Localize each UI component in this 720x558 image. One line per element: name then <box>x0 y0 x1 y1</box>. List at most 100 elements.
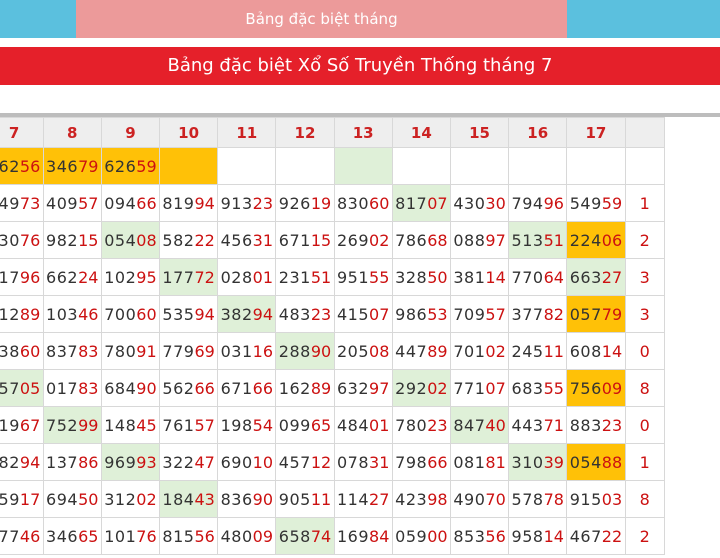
result-cell: 3 <box>624 295 666 333</box>
result-cell: 81994 <box>159 184 219 222</box>
result-cell: 77107 <box>449 369 510 407</box>
result-cell: 09965 <box>275 406 335 444</box>
result-cell: 8 <box>624 369 666 407</box>
result-cell: 69450 <box>42 480 102 518</box>
special-results-grid: 7891011121314151617 56625634679626593049… <box>0 117 720 558</box>
result-cell: 38114 <box>449 258 510 296</box>
day-header: 9 <box>100 117 161 148</box>
result-cell <box>449 147 510 185</box>
result-cell: 13786 <box>42 443 102 481</box>
result-cell: 84740 <box>449 406 510 444</box>
result-cell: 22406 <box>566 221 626 259</box>
result-cell: 2 <box>624 221 666 259</box>
result-cell: 16289 <box>275 369 335 407</box>
result-cell: 77969 <box>159 332 219 370</box>
result-cell: 95705 <box>0 369 44 407</box>
result-cell <box>275 147 335 185</box>
result-cell: 92619 <box>275 184 335 222</box>
result-cell: 90511 <box>275 480 335 518</box>
table-row: 5662563467962659 <box>0 147 666 185</box>
result-cell: 53594 <box>159 295 219 333</box>
result-cell: 75609 <box>566 369 626 407</box>
result-cell: 35917 <box>0 480 44 518</box>
result-cell: 76157 <box>159 406 219 444</box>
result-cell: 56266 <box>159 369 219 407</box>
result-cell: 61289 <box>0 295 44 333</box>
result-cell: 0 <box>624 406 666 444</box>
table-row: 2359176945031202184438369090511114274239… <box>0 480 666 518</box>
result-cell: 54959 <box>566 184 626 222</box>
result-cell: 65874 <box>275 517 335 555</box>
result-cell: 46722 <box>566 517 626 555</box>
result-cell: 48401 <box>333 406 393 444</box>
result-cell: 66256 <box>0 147 44 185</box>
result-cell: 66327 <box>566 258 626 296</box>
result-cell: 43030 <box>449 184 510 222</box>
result-cell: 38294 <box>217 295 277 333</box>
result-cell: 95155 <box>333 258 393 296</box>
result-cell: 45712 <box>275 443 335 481</box>
result-cell: 29202 <box>391 369 451 407</box>
result-cell: 1 <box>624 184 666 222</box>
result-cell: 41507 <box>333 295 393 333</box>
result-cell: 68490 <box>100 369 161 407</box>
result-cell: 60814 <box>566 332 626 370</box>
tab-special-monthly[interactable]: Bảng đặc biệt tháng <box>76 0 567 38</box>
result-cell <box>624 147 666 185</box>
result-cell: 19854 <box>217 406 277 444</box>
result-cell: 40957 <box>42 184 102 222</box>
result-cell: 78023 <box>391 406 451 444</box>
result-cell: 91323 <box>217 184 277 222</box>
result-cell: 83060 <box>333 184 393 222</box>
result-cell: 44789 <box>391 332 451 370</box>
result-cell: 95814 <box>508 517 568 555</box>
result-cell: 2 <box>624 517 666 555</box>
result-cell: 1 <box>624 443 666 481</box>
result-cell: 03116 <box>217 332 277 370</box>
day-header: 13 <box>333 117 393 148</box>
page-title-banner: Bảng đặc biệt Xổ Số Truyền Thống tháng 7 <box>0 47 720 85</box>
result-cell: 83690 <box>217 480 277 518</box>
result-cell: 63297 <box>333 369 393 407</box>
result-cell: 42398 <box>391 480 451 518</box>
result-cell <box>159 147 219 185</box>
result-cell: 07831 <box>333 443 393 481</box>
table-row: 1077463466510176815564800965874169840590… <box>0 517 666 555</box>
result-cell: 48009 <box>217 517 277 555</box>
day-header <box>624 117 666 148</box>
result-cell: 23151 <box>275 258 335 296</box>
result-cell: 57878 <box>508 480 568 518</box>
result-cell: 34679 <box>42 147 102 185</box>
result-cell <box>508 147 568 185</box>
result-cell: 75299 <box>42 406 102 444</box>
day-header: 7 <box>0 117 44 148</box>
day-header: 12 <box>275 117 335 148</box>
result-cell: 77064 <box>508 258 568 296</box>
result-cell: 01783 <box>42 369 102 407</box>
result-cell: 68355 <box>508 369 568 407</box>
result-cell: 32850 <box>391 258 451 296</box>
result-cell: 20508 <box>333 332 393 370</box>
result-cell: 10295 <box>100 258 161 296</box>
result-cell: 10176 <box>100 517 161 555</box>
result-cell: 26902 <box>333 221 393 259</box>
result-cell: 78091 <box>100 332 161 370</box>
result-cell: 70060 <box>100 295 161 333</box>
result-cell: 08897 <box>449 221 510 259</box>
result-cell: 09466 <box>100 184 161 222</box>
result-cell: 32247 <box>159 443 219 481</box>
result-cell <box>333 147 393 185</box>
result-cell: 66224 <box>42 258 102 296</box>
day-header: 8 <box>42 117 102 148</box>
result-cell: 37782 <box>508 295 568 333</box>
result-cell: 81707 <box>391 184 451 222</box>
result-cell: 05488 <box>566 443 626 481</box>
result-cell: 0 <box>624 332 666 370</box>
result-cell: 28294 <box>0 443 44 481</box>
result-cell: 85356 <box>449 517 510 555</box>
result-cell: 11427 <box>333 480 393 518</box>
result-cell: 98653 <box>391 295 451 333</box>
result-cell: 3 <box>624 258 666 296</box>
result-cell: 8 <box>624 480 666 518</box>
result-cell: 96993 <box>100 443 161 481</box>
